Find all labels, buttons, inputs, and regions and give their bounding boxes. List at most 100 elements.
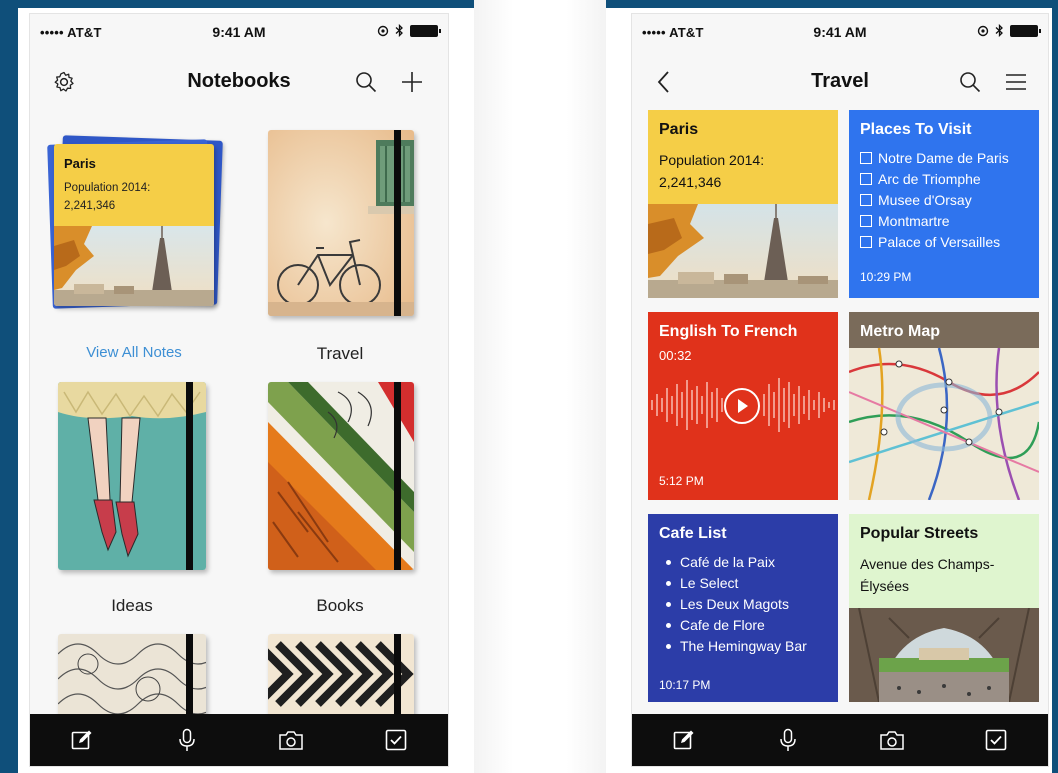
nav-bar: Travel — [632, 50, 1048, 102]
nav-bar: Notebooks — [30, 50, 448, 102]
bullet-list: Café de la Paix Le Select Les Deux Magot… — [666, 554, 807, 659]
checklist-item-label: Musee d'Orsay — [878, 192, 972, 208]
list-item: Le Select — [666, 575, 807, 591]
books-notebook-cover — [268, 382, 414, 570]
card-timestamp: 5:12 PM — [659, 474, 704, 488]
play-icon — [738, 399, 748, 413]
eiffel-tower-image — [54, 226, 214, 306]
checkbox-icon[interactable] — [976, 720, 1016, 760]
ideas-notebook-cover — [58, 382, 206, 570]
books-notebook[interactable]: Books — [268, 380, 418, 625]
checklist: Notre Dame de Paris Arc de Triomphe Muse… — [860, 150, 1009, 255]
microphone-icon[interactable] — [768, 720, 808, 760]
bluetooth-icon — [395, 24, 403, 37]
gutter — [474, 0, 606, 773]
checklist-item[interactable]: Notre Dame de Paris — [860, 150, 1009, 166]
list-item: The Hemingway Bar — [666, 638, 807, 654]
list-item-text: Cafe de Flore — [680, 617, 765, 633]
checklist-item-label: Notre Dame de Paris — [878, 150, 1009, 166]
card-title: Cafe List — [659, 525, 727, 542]
list-item: Les Deux Magots — [666, 596, 807, 612]
card-body-line2: Élysées — [860, 578, 910, 594]
paris-note-title: Paris — [64, 156, 96, 171]
gear-icon[interactable] — [50, 68, 78, 96]
unchecked-box-icon[interactable] — [860, 152, 872, 164]
carrier-text: ••••• AT&T — [40, 25, 102, 40]
elastic-band — [394, 130, 401, 316]
background-frame-right — [1052, 0, 1058, 773]
elastic-band — [394, 382, 401, 570]
page-title: Travel — [811, 70, 869, 92]
paris-note-line1: Population 2014: — [64, 182, 151, 194]
camera-icon[interactable] — [872, 720, 912, 760]
checklist-item[interactable]: Montmartre — [860, 213, 1009, 229]
card-title: English To French — [659, 323, 798, 340]
note-card-places[interactable]: Places To Visit Notre Dame de Paris Arc … — [849, 110, 1039, 298]
status-bar: ••••• AT&T 9:41 AM — [30, 14, 448, 50]
notebooks-screen: ••••• AT&T 9:41 AM Notebooks Paris Popul… — [30, 14, 448, 766]
travel-notebook-cover — [268, 130, 414, 316]
notebook-label-travel: Travel — [316, 344, 364, 363]
checkbox-icon[interactable] — [376, 720, 416, 760]
plus-icon[interactable] — [398, 68, 426, 96]
checklist-item-label: Arc de Triomphe — [878, 171, 981, 187]
carrier-text: ••••• AT&T — [642, 25, 704, 40]
eiffel-tower-image — [648, 204, 838, 298]
rotation-lock-icon — [977, 25, 989, 36]
back-chevron-icon[interactable] — [650, 68, 678, 96]
list-item-text: Café de la Paix — [680, 554, 775, 570]
page-title: Notebooks — [187, 70, 291, 92]
status-icons — [977, 24, 1041, 37]
menu-icon[interactable] — [1002, 68, 1030, 96]
ideas-notebook[interactable]: Ideas — [58, 380, 208, 625]
paris-note-line2: 2,241,346 — [64, 200, 116, 212]
note-card-cafe-list[interactable]: Cafe List Café de la Paix Le Select Les … — [648, 514, 838, 702]
checklist-item-label: Palace of Versailles — [878, 234, 1001, 250]
camera-icon[interactable] — [271, 720, 311, 760]
paris-note-cover: Paris Population 2014: 2,241,346 — [54, 144, 214, 306]
list-item: Cafe de Flore — [666, 617, 807, 633]
play-button[interactable] — [724, 388, 760, 424]
notebook-partial-6[interactable] — [268, 632, 418, 724]
card-title: Places To Visit — [860, 121, 972, 138]
note-card-audio[interactable]: English To French 00:32 5:12 PM — [648, 312, 838, 500]
view-all-notes-link[interactable]: View All Notes — [54, 344, 214, 361]
unchecked-box-icon[interactable] — [860, 194, 872, 206]
search-icon[interactable] — [352, 68, 380, 96]
elastic-band — [394, 634, 401, 724]
travel-notebook-screen: ••••• AT&T 9:41 AM Travel Paris Populati… — [632, 14, 1048, 766]
travel-notebook[interactable]: Travel — [266, 128, 416, 373]
notebook-partial-5[interactable] — [58, 632, 208, 724]
audio-duration: 00:32 — [659, 348, 692, 363]
microphone-icon[interactable] — [167, 720, 207, 760]
bottom-toolbar — [30, 714, 448, 766]
unchecked-box-icon[interactable] — [860, 236, 872, 248]
checklist-item[interactable]: Musee d'Orsay — [860, 192, 1009, 208]
card-title: Paris — [659, 121, 699, 138]
unchecked-box-icon[interactable] — [860, 173, 872, 185]
battery-icon — [410, 24, 441, 37]
note-card-metro-map[interactable]: Metro Map — [849, 312, 1039, 500]
checklist-item[interactable]: Arc de Triomphe — [860, 171, 1009, 187]
compose-icon[interactable] — [62, 720, 102, 760]
search-icon[interactable] — [956, 68, 984, 96]
note-card-paris[interactable]: Paris Population 2014: 2,241,346 — [648, 110, 838, 298]
list-item: Café de la Paix — [666, 554, 807, 570]
checklist-item[interactable]: Palace of Versailles — [860, 234, 1009, 250]
checklist-item-label: Montmartre — [878, 213, 950, 229]
doodle-notebook-cover — [58, 634, 206, 724]
bottom-toolbar — [632, 714, 1048, 766]
status-icons — [377, 24, 441, 37]
bluetooth-icon — [995, 24, 1003, 37]
clock: 9:41 AM — [212, 24, 266, 40]
compose-icon[interactable] — [664, 720, 704, 760]
note-card-popular-streets[interactable]: Popular Streets Avenue des Champs- Élysé… — [849, 514, 1039, 702]
card-timestamp: 10:17 PM — [659, 678, 711, 692]
notebook-label-ideas: Ideas — [111, 596, 153, 615]
maze-notebook-cover — [268, 634, 414, 724]
all-notes-notebook[interactable]: Paris Population 2014: 2,241,346 View Al… — [47, 134, 223, 374]
card-title: Metro Map — [860, 323, 940, 340]
unchecked-box-icon[interactable] — [860, 215, 872, 227]
elastic-band — [186, 382, 193, 570]
clock: 9:41 AM — [813, 24, 867, 40]
